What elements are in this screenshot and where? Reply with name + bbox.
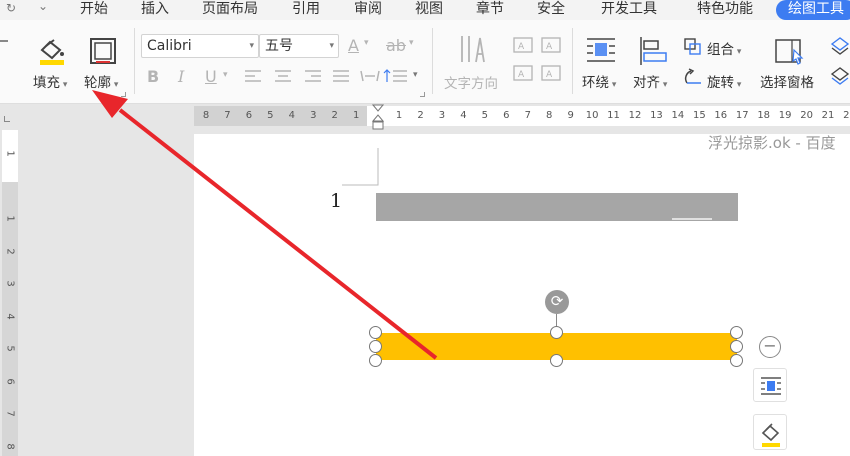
annotation-arrow-icon [92,90,438,360]
